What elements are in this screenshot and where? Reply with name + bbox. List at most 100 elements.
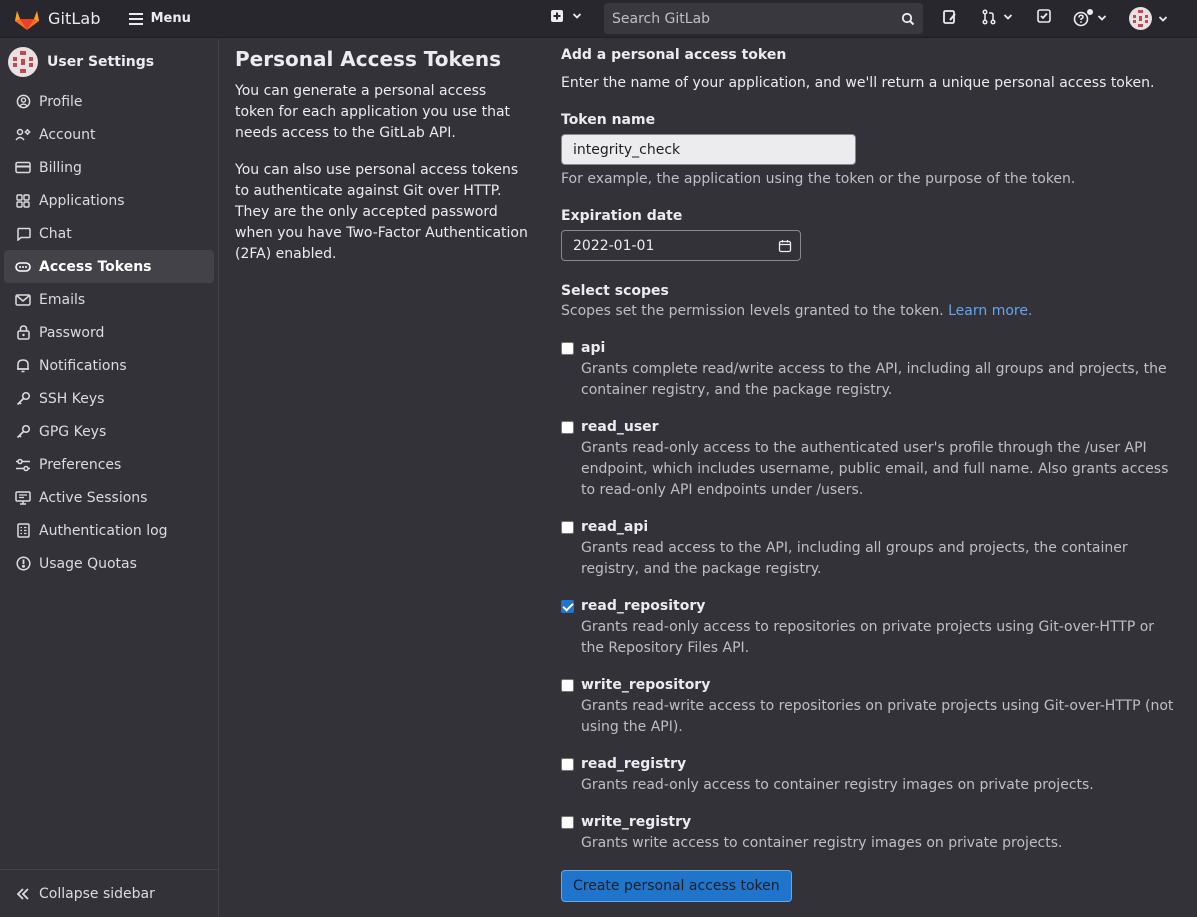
help-button[interactable] [1073, 9, 1107, 27]
log-icon [15, 523, 31, 539]
token-name-help: For example, the application using the t… [561, 171, 1076, 187]
scope-description: Grants read-only access to the authentic… [581, 440, 1169, 498]
chevron-down-icon [1003, 14, 1013, 20]
scope-checkbox-read-repository[interactable] [561, 600, 574, 613]
calendar-icon[interactable] [778, 239, 792, 253]
scope-name[interactable]: write_repository [581, 675, 1181, 696]
sidebar-item-billing[interactable]: Billing [4, 151, 214, 184]
issues-button[interactable] [942, 9, 958, 25]
scope-checkbox-api[interactable] [561, 342, 574, 355]
collapse-sidebar-button[interactable]: Collapse sidebar [0, 869, 218, 917]
monitor-icon [15, 490, 31, 506]
sidebar-item-applications[interactable]: Applications [4, 184, 214, 217]
search-icon [901, 12, 915, 25]
profile-icon [15, 94, 31, 110]
search-placeholder: Search GitLab [612, 10, 711, 27]
todos-button[interactable] [1037, 9, 1051, 23]
create-token-button[interactable]: Create personal access token [561, 870, 792, 902]
key-icon [15, 424, 31, 440]
merge-request-icon [982, 9, 996, 25]
search-input[interactable]: Search GitLab [604, 3, 923, 34]
scope-name[interactable]: read_registry [581, 754, 1094, 775]
sidebar-item-account[interactable]: Account [4, 118, 214, 151]
sidebar-title: User Settings [47, 54, 155, 70]
gitlab-logo-icon [15, 10, 39, 30]
sidebar-item-ssh-keys[interactable]: SSH Keys [4, 382, 214, 415]
sidebar-nav-list: Profile Account Billing Applications Chat Acc… [0, 85, 218, 580]
question-icon [1073, 9, 1093, 27]
scope-checkbox-write-registry[interactable] [561, 816, 574, 829]
sidebar-item-label: Chat [39, 225, 72, 242]
credit-card-icon [15, 160, 31, 176]
double-chevron-left-icon [15, 887, 31, 901]
gitlab-home-link[interactable]: GitLab [14, 7, 101, 31]
todo-done-icon [1037, 9, 1051, 23]
sidebar-item-active-sessions[interactable]: Active Sessions [4, 481, 214, 514]
learn-more-link[interactable]: Learn more. [948, 303, 1032, 319]
scope-description: Grants read access to the API, including… [581, 540, 1128, 577]
scope-read-api: read_api Grants read access to the API, i… [561, 517, 1181, 580]
identicon-icon [1133, 10, 1148, 27]
menu-button[interactable]: Menu [125, 5, 195, 33]
scope-description: Grants complete read/write access to the… [581, 361, 1167, 398]
scope-body: api Grants complete read/write access to … [581, 338, 1181, 401]
select-scopes-label: Select scopes [561, 283, 669, 299]
sidebar-item-usage-quotas[interactable]: Usage Quotas [4, 547, 214, 580]
sidebar-item-authentication-log[interactable]: Authentication log [4, 514, 214, 547]
sidebar-item-preferences[interactable]: Preferences [4, 448, 214, 481]
hamburger-icon [128, 12, 143, 25]
scope-name[interactable]: write_registry [581, 812, 1063, 833]
sidebar-item-label: GPG Keys [39, 423, 107, 440]
new-dropdown-button[interactable] [550, 9, 582, 23]
sidebar-item-profile[interactable]: Profile [4, 85, 214, 118]
chevron-down-icon [1158, 15, 1168, 22]
sidebar-item-gpg-keys[interactable]: GPG Keys [4, 415, 214, 448]
account-icon [15, 127, 31, 143]
sidebar-item-label: Profile [39, 93, 83, 110]
sidebar-item-chat[interactable]: Chat [4, 217, 214, 250]
sidebar-item-password[interactable]: Password [4, 316, 214, 349]
sidebar-item-access-tokens[interactable]: Access Tokens [4, 250, 214, 283]
plus-square-icon [551, 10, 563, 22]
lock-icon [15, 325, 31, 341]
scope-checkbox-read-registry[interactable] [561, 758, 574, 771]
scope-description: Grants read-write access to repositories… [581, 698, 1174, 735]
sidebar-item-label: Authentication log [39, 522, 168, 539]
scope-checkbox-read-api[interactable] [561, 521, 574, 534]
sidebar-item-emails[interactable]: Emails [4, 283, 214, 316]
merge-requests-button[interactable] [981, 9, 1013, 25]
scope-body: read_user Grants read-only access to the … [581, 417, 1181, 501]
scope-name[interactable]: read_api [581, 517, 1181, 538]
sidebar-item-notifications[interactable]: Notifications [4, 349, 214, 382]
scope-name[interactable]: api [581, 338, 1181, 359]
scope-checkbox-write-repository[interactable] [561, 679, 574, 692]
scope-write-repository: write_repository Grants read-write access… [561, 675, 1181, 738]
chevron-down-icon [1097, 15, 1107, 21]
mail-icon [15, 292, 31, 308]
scope-name[interactable]: read_repository [581, 596, 1181, 617]
identicon-icon [13, 51, 33, 73]
applications-icon [15, 193, 31, 209]
form-description: Enter the name of your application, and … [561, 75, 1155, 91]
expiration-date-value: 2022-01-01 [573, 237, 655, 254]
scopes-help: Scopes set the permission levels granted… [561, 301, 1181, 322]
collapse-sidebar-label: Collapse sidebar [39, 885, 155, 902]
scope-read-user: read_user Grants read-only access to the … [561, 417, 1181, 501]
quota-icon [15, 556, 31, 572]
scope-body: read_registry Grants read-only access to … [581, 754, 1094, 796]
scope-description: Grants read-only access to repositories … [581, 619, 1155, 656]
chevron-down-icon [572, 13, 582, 19]
token-form: Add a personal access token Enter the na… [561, 45, 1181, 902]
scope-name[interactable]: read_user [581, 417, 1181, 438]
scope-body: read_api Grants read access to the API, i… [581, 517, 1181, 580]
token-name-field[interactable]: integrity_check [561, 134, 856, 165]
scope-read-repository: read_repository Grants read-only access t… [561, 596, 1181, 659]
scope-description: Grants read-only access to container reg… [581, 777, 1094, 793]
sidebar-item-label: Usage Quotas [39, 555, 137, 572]
settings-sidebar: User Settings Profile Account Billing Appli… [0, 39, 219, 917]
expiration-date-field[interactable]: 2022-01-01 [561, 230, 801, 261]
scope-checkbox-read-user[interactable] [561, 421, 574, 434]
scope-description: Grants write access to container registr… [581, 835, 1063, 851]
user-menu-button[interactable] [1129, 7, 1168, 30]
sidebar-header[interactable]: User Settings [0, 39, 218, 85]
